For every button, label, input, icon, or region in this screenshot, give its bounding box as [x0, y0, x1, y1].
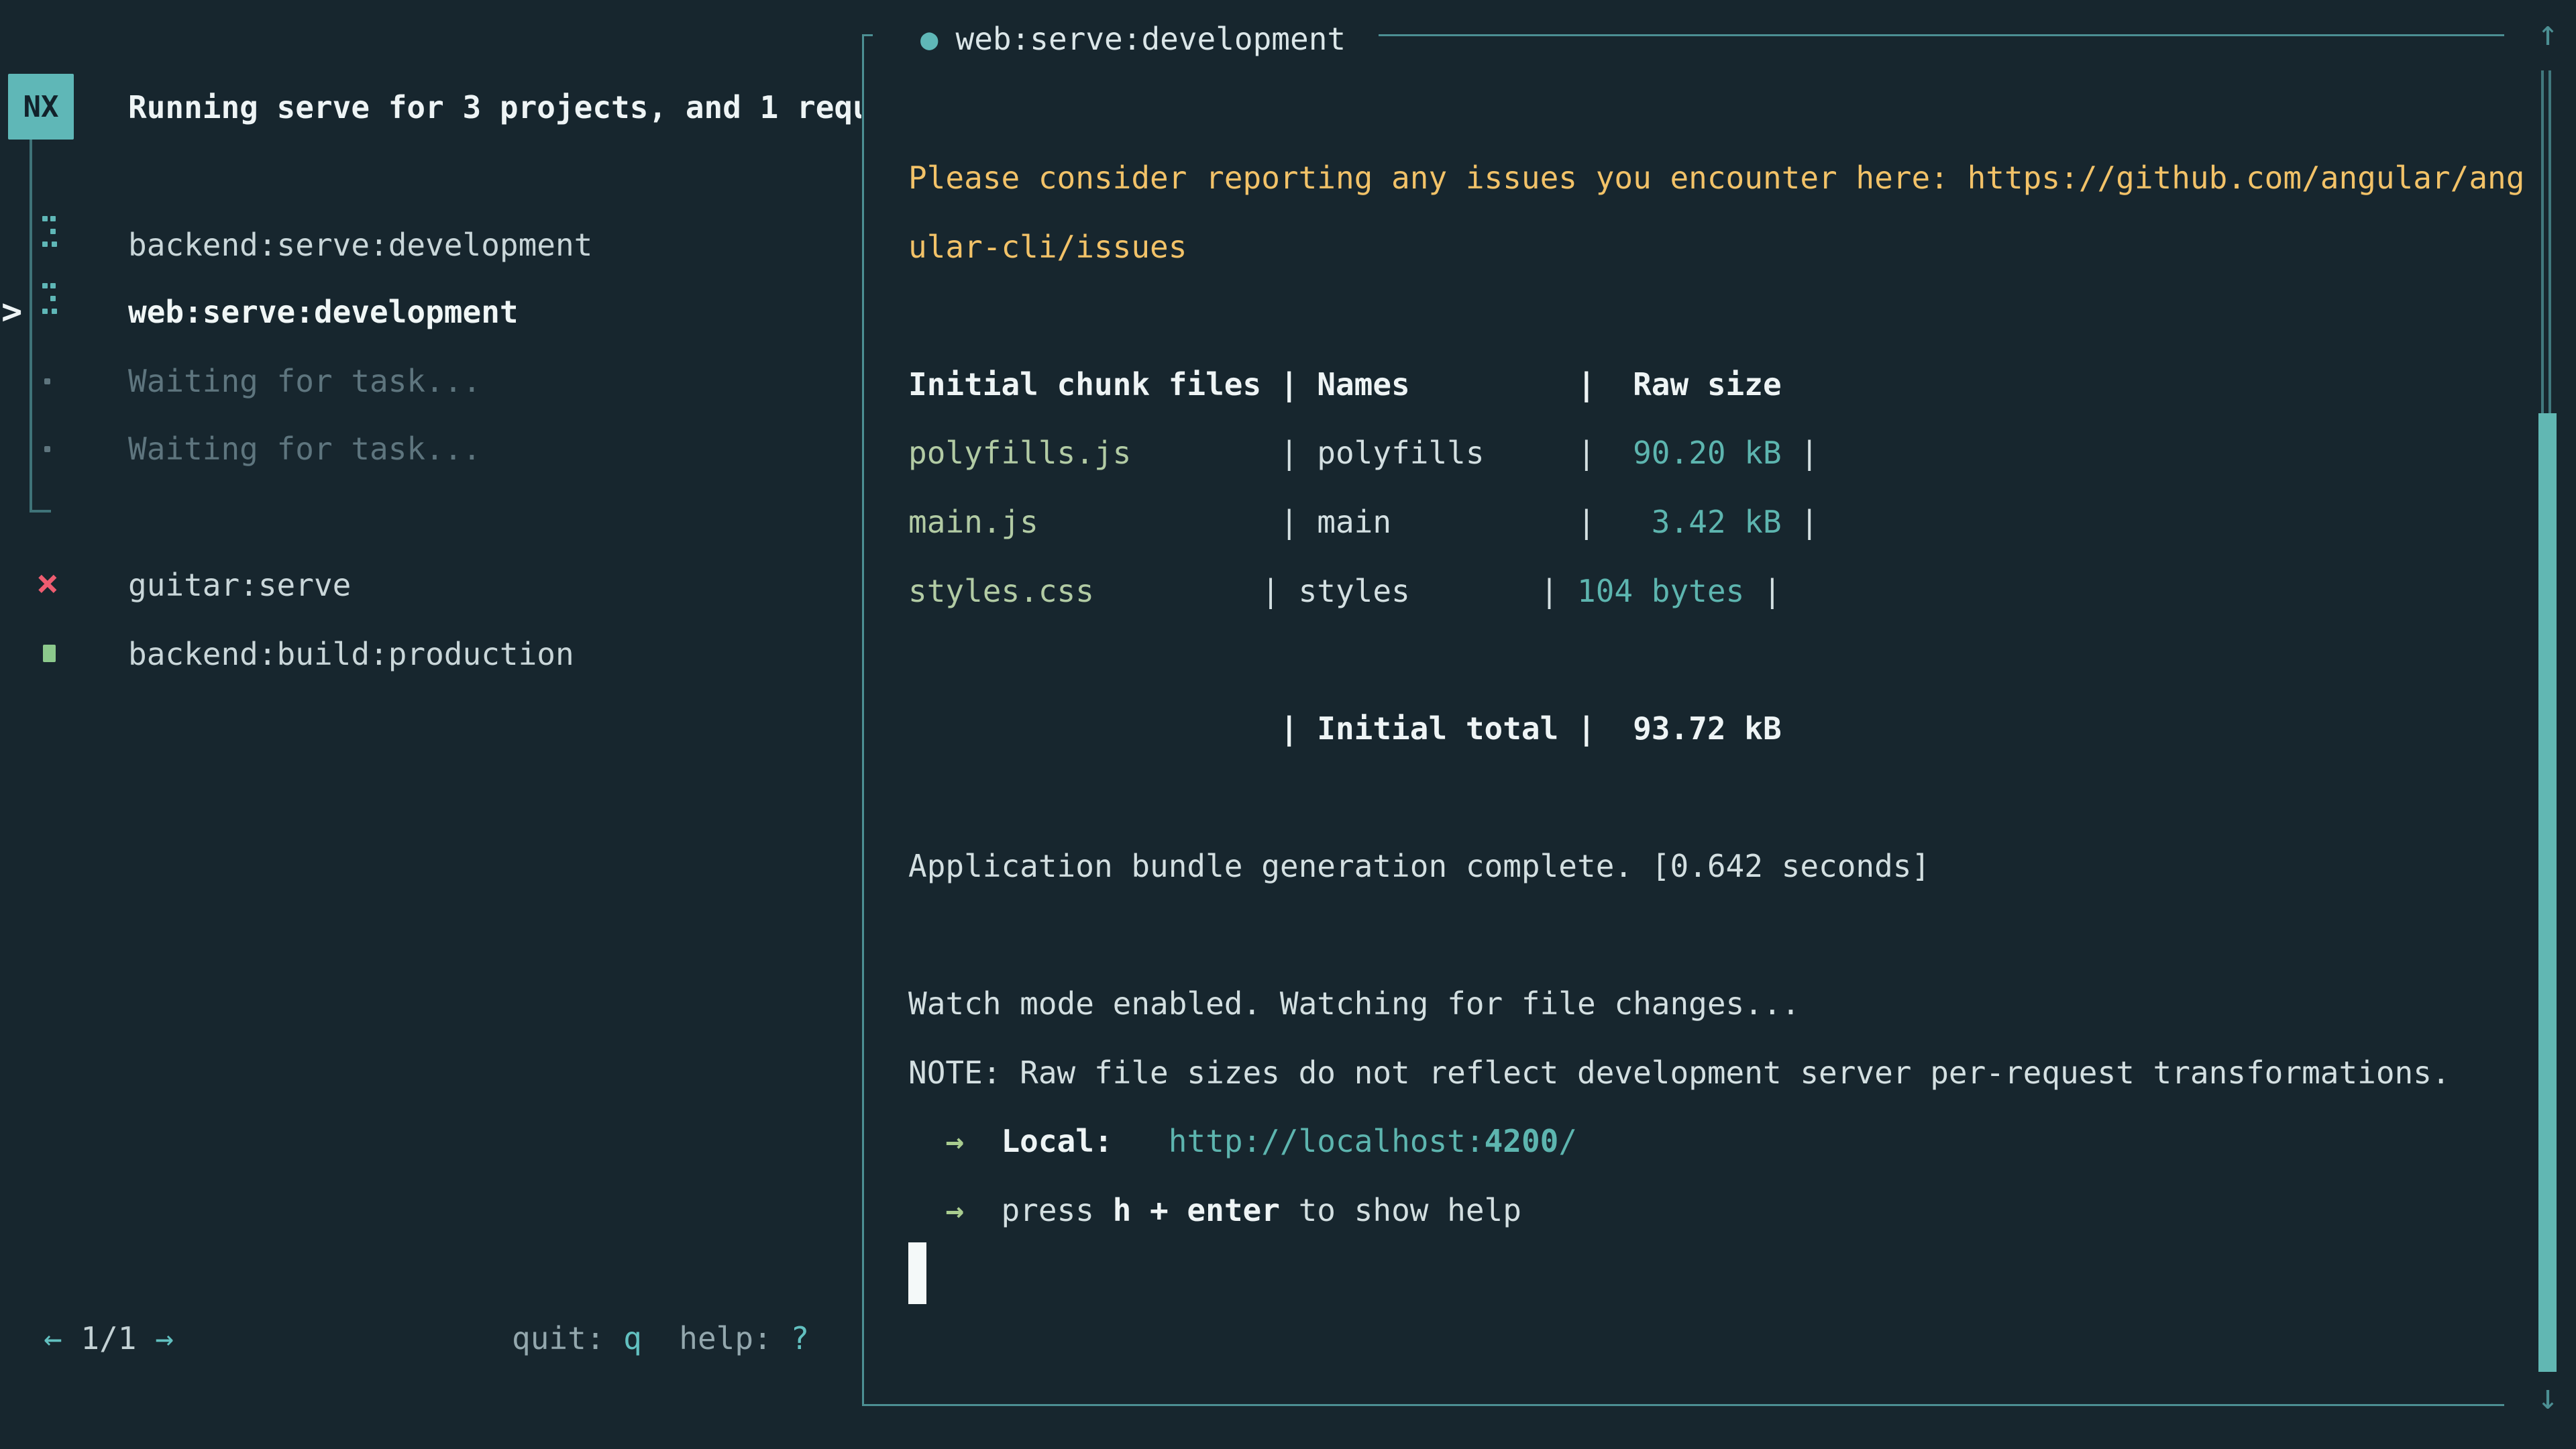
table-row: main.js | main | 3.42 kB |	[908, 488, 2524, 557]
chunk-file: polyfills.js	[908, 435, 1131, 471]
nx-tui-screen: NX Running serve for 3 projects, and 1 r…	[0, 0, 2576, 1449]
local-label: Local:	[1001, 1123, 1112, 1159]
table-separator: |	[1038, 504, 1317, 540]
task-label: backend:build:production	[128, 636, 574, 672]
pagination: ← 1/1 →	[44, 1320, 174, 1356]
sidebar-title: Running serve for 3 projects, and 1 requ	[128, 90, 861, 125]
panel-border-top-stub	[862, 34, 873, 36]
next-page-arrow-icon[interactable]: →	[155, 1320, 174, 1356]
indent	[1113, 1123, 1169, 1159]
task-label: guitar:serve	[128, 567, 351, 603]
quit-hint-label: quit:	[512, 1320, 623, 1356]
table-row: styles.css | styles | 104 bytes |	[908, 557, 2524, 626]
task-tree-corner	[30, 510, 51, 513]
panel-title: web:serve:development	[956, 21, 1346, 57]
terminal-cursor	[908, 1242, 926, 1304]
table-separator: |	[1131, 435, 1317, 471]
help-hint-text: press	[1001, 1192, 1112, 1228]
chunk-name: styles	[1299, 573, 1410, 609]
total-label: Initial total	[1317, 710, 1558, 747]
local-url[interactable]: /	[1558, 1123, 1577, 1159]
task-row-backend-serve[interactable]: backend:serve:development	[0, 211, 859, 278]
table-separator: |	[1391, 504, 1614, 540]
task-row-waiting[interactable]: Waiting for task...	[0, 415, 859, 482]
scrollbar-thumb[interactable]	[2538, 413, 2557, 1372]
page-indicator	[137, 1320, 156, 1356]
scroll-up-arrow-icon[interactable]: ↑	[2528, 15, 2568, 52]
prev-page-arrow-icon[interactable]: ←	[44, 1320, 62, 1356]
arrow-right-icon: →	[945, 1192, 964, 1228]
task-label: backend:serve:development	[128, 227, 592, 263]
watch-mode-message: Watch mode enabled. Watching for file ch…	[908, 985, 1800, 1022]
help-hint-text: to show help	[1280, 1192, 1521, 1228]
table-row: polyfills.js | polyfills | 90.20 kB |	[908, 419, 2524, 488]
table-separator: |	[908, 710, 1317, 747]
table-separator: |	[1782, 435, 1819, 471]
table-separator: |	[1094, 573, 1299, 609]
issue-report-notice: Please consider reporting any issues you…	[908, 160, 2524, 196]
indent	[964, 1192, 1001, 1228]
table-separator: |	[1410, 573, 1577, 609]
blank-line	[908, 281, 2524, 350]
page-indicator	[62, 1320, 81, 1356]
chunk-file: main.js	[908, 504, 1038, 540]
panel-border-top	[1379, 34, 2504, 36]
total-size: 93.72 kB	[1614, 710, 1781, 747]
task-row-backend-build[interactable]: backend:build:production	[0, 621, 859, 688]
help-hint-label: help:	[642, 1320, 791, 1356]
chunk-size: 90.20 kB	[1614, 435, 1781, 471]
indent	[908, 1192, 945, 1228]
blank-line	[908, 1245, 2524, 1314]
blank-line	[908, 901, 2524, 970]
chunk-name: main	[1317, 504, 1391, 540]
indent	[908, 1123, 945, 1159]
chunk-table-header: Initial chunk files | Names | Raw size	[908, 366, 1782, 402]
panel-border-left	[862, 34, 864, 1406]
chunk-name: polyfills	[1317, 435, 1484, 471]
indent	[964, 1123, 1001, 1159]
table-separator: |	[1558, 710, 1614, 747]
table-separator: |	[1485, 435, 1615, 471]
chunk-size: 104 bytes	[1577, 573, 1744, 609]
help-hint-line: → press h + enter to show help	[908, 1176, 2524, 1245]
chunk-size: 3.42 kB	[1614, 504, 1781, 540]
scroll-down-arrow-icon[interactable]: ↓	[2528, 1379, 2568, 1416]
scrollbar-track[interactable]	[2541, 70, 2551, 413]
bundle-complete-message: Application bundle generation complete. …	[908, 848, 1930, 884]
blank-line	[908, 625, 2524, 694]
panel-border-bottom	[862, 1404, 2504, 1406]
table-separator: |	[1744, 573, 1781, 609]
task-row-waiting[interactable]: Waiting for task...	[0, 347, 859, 415]
task-row-guitar-serve[interactable]: guitar:serve	[0, 551, 859, 619]
task-label: Waiting for task...	[128, 363, 481, 399]
local-url-port[interactable]: 4200	[1485, 1123, 1559, 1159]
task-label: web:serve:development	[128, 294, 519, 330]
local-url[interactable]: http://localhost:	[1169, 1123, 1485, 1159]
table-total-row: | Initial total | 93.72 kB	[908, 694, 2524, 763]
raw-size-note: NOTE: Raw file sizes do not reflect deve…	[908, 1055, 2451, 1091]
chunk-file: styles.css	[908, 573, 1094, 609]
table-separator: |	[1782, 504, 1819, 540]
panel-title-row: ● web:serve:development	[920, 21, 1346, 56]
quit-key: q	[623, 1320, 642, 1356]
local-server-line: → Local: http://localhost:4200/	[908, 1107, 2524, 1176]
help-key: ?	[790, 1320, 809, 1356]
keyboard-hints: quit: q help: ?	[512, 1320, 809, 1356]
page-indicator: 1/1	[80, 1320, 136, 1356]
arrow-right-icon: →	[945, 1123, 964, 1159]
task-row-web-serve[interactable]: web:serve:development	[0, 278, 859, 345]
blank-line	[908, 763, 2524, 832]
help-keys: h + enter	[1113, 1192, 1280, 1228]
task-label: Waiting for task...	[128, 431, 481, 467]
issue-report-url[interactable]: ular-cli/issues	[908, 229, 1187, 265]
task-bullet-icon: ●	[920, 22, 938, 56]
nx-logo: NX	[8, 74, 74, 140]
terminal-output: Please consider reporting any issues you…	[908, 144, 2524, 1313]
